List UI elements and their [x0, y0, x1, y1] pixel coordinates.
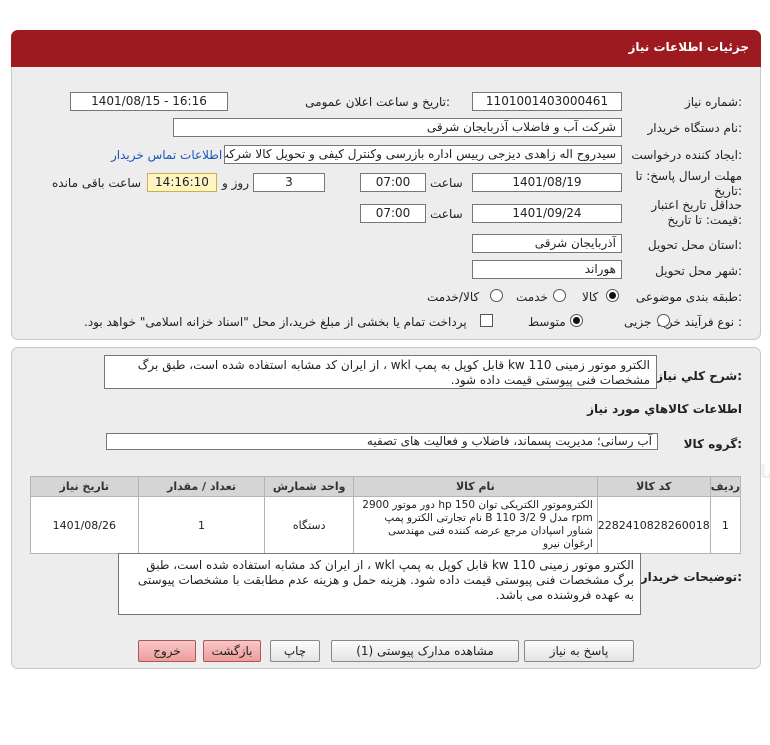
category-option-goods-service: کالا/خدمت [427, 290, 480, 304]
creator-field: سیدروح اله زاهدی دیزجی رییس اداره بازرسی… [224, 145, 622, 164]
col-qty: تعداد / مقدار [137, 476, 266, 497]
buyer-contact-link[interactable]: اطلاعات تماس خریدار [111, 148, 222, 162]
goods-group-field: آب رسانی؛ مدیریت پسماند، فاضلاب و فعالیت… [106, 433, 658, 450]
province-field: آذربایجان شرقی [472, 234, 622, 253]
validity-time-label: ساعت [430, 207, 463, 221]
header-bar: جزئیات اطلاعات نیاز [11, 30, 761, 67]
col-unit: واحد شمارش [264, 476, 354, 497]
row-name: الکتروموتور الکتریکی توان 150 hp دور موت… [352, 496, 598, 554]
city-field: هوراند [472, 260, 622, 279]
col-code: کد کالا [596, 476, 711, 497]
buyer-label: نام دستگاه خریدار: [647, 121, 743, 135]
payment-note: پرداخت تمام یا بخشی از مبلغ خرید،از محل … [84, 315, 467, 329]
category-option-goods: کالا [582, 290, 599, 304]
row-code: 2282410828260018 [596, 496, 711, 554]
row-index: 1 [709, 496, 742, 554]
process-radio-medium[interactable] [570, 314, 583, 327]
city-label: شهر محل تحویل: [655, 264, 742, 278]
row-date: 1401/08/26 [30, 496, 139, 554]
reply-button[interactable]: پاسخ به نیاز [524, 640, 634, 662]
page-title: جزئیات اطلاعات نیاز [628, 40, 749, 54]
category-radio-goods[interactable] [606, 289, 619, 302]
col-index: ردیف [709, 476, 742, 497]
process-label: نوع فرآیند خرید : [657, 315, 742, 329]
goods-table-header: ردیف کد کالا نام کالا واحد شمارش تعداد /… [30, 476, 742, 497]
buyer-field: شرکت آب و فاضلاب آذربایجان شرقی [173, 118, 622, 137]
province-label: استان محل تحویل: [647, 238, 742, 252]
goods-section-title: اطلاعات کالاهاي مورد نياز [587, 402, 742, 416]
need-number-label: شماره نیاز: [684, 95, 742, 109]
category-radio-service[interactable] [553, 289, 566, 302]
row-qty: 1 [137, 496, 266, 554]
col-date: تاریخ نیاز [30, 476, 139, 497]
summary-text: الکترو موتور زمینی kw 110 قابل کوپل به پ… [104, 355, 657, 389]
deadline-label-2: تاریخ: [714, 184, 742, 198]
buyer-notes-text: الکترو موتور زمینی kw 110 قابل کوپل به پ… [118, 553, 641, 615]
validity-label: حداقل تاریخ اعتبار [651, 198, 742, 212]
days-label: روز و [222, 176, 249, 190]
days-field: 3 [253, 173, 325, 192]
goods-group-label: گروه کالا: [683, 437, 742, 451]
process-radio-minor[interactable] [657, 314, 670, 327]
print-button[interactable]: چاپ [270, 640, 320, 662]
remaining-time-field: 14:16:10 [147, 173, 217, 192]
exit-button[interactable]: خروج [138, 640, 196, 662]
validity-date-field: 1401/09/24 [472, 204, 622, 223]
deadline-date-field: 1401/08/19 [472, 173, 622, 192]
category-radio-goods-service[interactable] [490, 289, 503, 302]
summary-label: شرح کلي نياز: [656, 369, 742, 383]
deadline-label: مهلت ارسال پاسخ: تا [635, 169, 742, 183]
back-button[interactable]: بازگشت [203, 640, 261, 662]
category-label: طبقه بندی موضوعی: [635, 290, 742, 304]
goods-table: ردیف کد کالا نام کالا واحد شمارش تعداد /… [30, 476, 742, 554]
creator-label: ایجاد کننده درخواست: [631, 148, 742, 162]
category-option-service: خدمت [516, 290, 548, 304]
validity-time-field: 07:00 [360, 204, 426, 223]
process-option-minor: جزیی [624, 315, 652, 329]
view-attachments-button[interactable]: مشاهده مدارک پیوستی (1) [331, 640, 519, 662]
deadline-time-field: 07:00 [360, 173, 426, 192]
treasury-payment-checkbox[interactable] [480, 314, 493, 327]
announce-label: تاریخ و ساعت اعلان عمومی: [305, 95, 450, 109]
need-number-field: 1101001403000461 [472, 92, 622, 111]
col-name: نام کالا [352, 476, 598, 497]
remaining-label: ساعت باقی مانده [52, 176, 142, 190]
deadline-time-label: ساعت [430, 176, 463, 190]
process-option-medium: متوسط [528, 315, 566, 329]
validity-label-2: قیمت: تا تاریخ: [667, 213, 742, 227]
announce-field: 1401/08/15 - 16:16 [70, 92, 228, 111]
buyer-notes-label: توضیحات خریدار: [640, 570, 742, 584]
table-row[interactable]: 1 2282410828260018 الکتروموتور الکتریکی … [30, 496, 742, 554]
row-unit: دستگاه [264, 496, 354, 554]
